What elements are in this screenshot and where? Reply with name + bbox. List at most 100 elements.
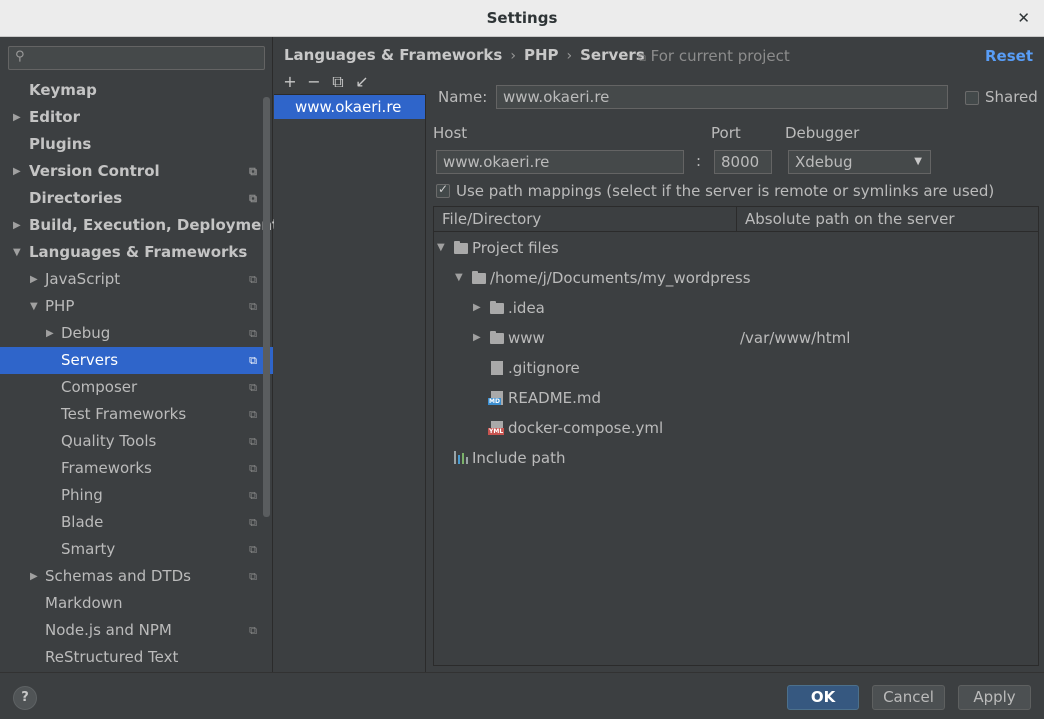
servers-list: www.okaeri.re	[274, 94, 426, 672]
sidebar-item-restructured-text[interactable]: ReStructured Text	[0, 644, 273, 671]
port-field[interactable]: 8000	[714, 150, 772, 174]
table-row[interactable]: .gitignore	[434, 353, 1038, 383]
project-scope-icon: ⧉	[249, 408, 257, 421]
sidebar-item-phing[interactable]: Phing ⧉	[0, 482, 273, 509]
debugger-label: Debugger	[785, 124, 860, 142]
chevron-down-icon[interactable]: ▼	[13, 239, 21, 266]
sidebar-item-nodejs[interactable]: Node.js and NPM ⧉	[0, 617, 273, 644]
project-scope-icon: ⧉	[249, 327, 257, 340]
remove-icon[interactable]: −	[302, 72, 326, 91]
help-button[interactable]: ?	[13, 686, 37, 710]
servers-toolbar: + − ⧉ ↙	[278, 72, 374, 94]
window-title: Settings	[486, 9, 558, 27]
chevron-right-icon[interactable]: ▶	[30, 563, 38, 590]
table-row[interactable]: ▶ .idea	[434, 293, 1038, 323]
folder-icon	[490, 293, 504, 323]
search-icon: ⚲	[15, 49, 25, 64]
sidebar-item-editor[interactable]: ▶ Editor	[0, 104, 273, 131]
breadcrumb: Languages & Frameworks › PHP › Servers	[284, 44, 645, 66]
copy-icon[interactable]: ⧉	[326, 72, 350, 92]
sidebar-item-quality-tools[interactable]: Quality Tools ⧉	[0, 428, 273, 455]
chevron-right-icon[interactable]: ▶	[30, 266, 38, 293]
table-row[interactable]: Include path	[434, 443, 1038, 473]
breadcrumb-item: Servers	[580, 46, 645, 64]
sidebar-item-php[interactable]: ▼ PHP ⧉	[0, 293, 273, 320]
breadcrumb-item[interactable]: Languages & Frameworks	[284, 46, 502, 64]
chevron-right-icon[interactable]: ▶	[13, 104, 21, 131]
ok-button[interactable]: OK	[787, 685, 859, 710]
sidebar-item-frameworks[interactable]: Frameworks ⧉	[0, 455, 273, 482]
project-scope-icon: ⧉	[249, 300, 257, 313]
breadcrumb-item[interactable]: PHP	[524, 46, 559, 64]
use-path-mappings-checkbox[interactable]	[436, 182, 450, 198]
add-icon[interactable]: +	[278, 72, 302, 91]
sidebar-item-keymap[interactable]: Keymap	[0, 77, 273, 104]
sidebar-item-markdown[interactable]: Markdown	[0, 590, 273, 617]
yaml-file-icon: YML	[488, 413, 505, 443]
table-row[interactable]: ▶ www /var/www/html	[434, 323, 1038, 353]
title-bar: Settings ✕	[0, 0, 1044, 37]
project-scope-icon: ⧉	[249, 570, 257, 583]
sidebar-item-composer[interactable]: Composer ⧉	[0, 374, 273, 401]
chevron-down-icon: ▼	[914, 156, 922, 167]
debugger-select[interactable]: Xdebug ▼	[788, 150, 931, 174]
chevron-right-icon[interactable]: ▶	[473, 323, 481, 353]
table-row[interactable]: ▼ /home/j/Documents/my_wordpress	[434, 263, 1038, 293]
table-row[interactable]: MD README.md	[434, 383, 1038, 413]
search-input[interactable]: ⚲	[8, 46, 265, 70]
sidebar-item-blade[interactable]: Blade ⧉	[0, 509, 273, 536]
chevron-down-icon[interactable]: ▼	[30, 293, 38, 320]
sidebar-scrollbar[interactable]	[263, 97, 270, 517]
server-item[interactable]: www.okaeri.re	[274, 95, 425, 119]
sidebar-item-smarty[interactable]: Smarty ⧉	[0, 536, 273, 563]
port-separator: :	[696, 152, 702, 170]
sidebar-item-languages[interactable]: ▼ Languages & Frameworks	[0, 239, 273, 266]
chevron-right-icon[interactable]: ▶	[473, 293, 481, 323]
chevron-down-icon[interactable]: ▼	[455, 263, 463, 293]
chevron-down-icon[interactable]: ▼	[437, 233, 445, 263]
apply-button[interactable]: Apply	[958, 685, 1031, 710]
table-row[interactable]: YML docker-compose.yml	[434, 413, 1038, 443]
project-scope-icon: ⧉	[249, 354, 257, 367]
shared-label: Shared	[985, 88, 1038, 106]
sidebar-item-version-control[interactable]: ▶ Version Control ⧉	[0, 158, 273, 185]
chevron-right-icon[interactable]: ▶	[13, 212, 21, 239]
gitignore-file-icon	[491, 353, 503, 383]
port-label: Port	[711, 124, 741, 142]
sidebar-item-directories[interactable]: Directories ⧉	[0, 185, 273, 212]
project-scope-icon: ⧉	[249, 543, 257, 556]
chevron-right-icon[interactable]: ▶	[46, 320, 54, 347]
sidebar-item-servers[interactable]: Servers ⧉	[0, 347, 273, 374]
absolute-path-value[interactable]: /var/www/html	[740, 323, 850, 353]
debugger-selected-value: Xdebug	[795, 153, 853, 171]
sidebar-item-plugins[interactable]: Plugins	[0, 131, 273, 158]
close-icon[interactable]: ✕	[1017, 0, 1030, 37]
sidebar-item-build[interactable]: ▶ Build, Execution, Deployment	[0, 212, 279, 239]
cancel-button[interactable]: Cancel	[872, 685, 945, 710]
folder-icon	[472, 263, 486, 293]
import-icon[interactable]: ↙	[350, 72, 374, 91]
sidebar-item-debug[interactable]: ▶ Debug ⧉	[0, 320, 273, 347]
project-scope-icon: ⧉	[249, 489, 257, 502]
host-field[interactable]: www.okaeri.re	[436, 150, 684, 174]
dialog-footer: ? OK Cancel Apply	[0, 672, 1044, 719]
breadcrumb-separator: ›	[510, 48, 516, 64]
host-label: Host	[433, 124, 468, 142]
settings-tree: Keymap ▶ Editor Plugins ▶ Version Control ⧉…	[0, 77, 279, 671]
scope-note: ⧉ For current project	[638, 47, 790, 65]
breadcrumb-separator: ›	[566, 48, 573, 64]
table-row[interactable]: ▼ Project files	[434, 233, 1038, 263]
sidebar-item-schemas[interactable]: ▶ Schemas and DTDs ⧉	[0, 563, 273, 590]
path-mappings-table: File/Directory Absolute path on the serv…	[433, 206, 1039, 666]
chevron-right-icon[interactable]: ▶	[13, 158, 21, 185]
project-scope-icon: ⧉	[249, 273, 257, 286]
column-header-file[interactable]: File/Directory	[434, 207, 736, 232]
sidebar-item-javascript[interactable]: ▶ JavaScript ⧉	[0, 266, 273, 293]
sidebar-item-test-frameworks[interactable]: Test Frameworks ⧉	[0, 401, 273, 428]
shared-checkbox[interactable]	[965, 91, 979, 105]
name-field[interactable]: www.okaeri.re	[496, 85, 948, 109]
markdown-file-icon: MD	[488, 383, 503, 413]
column-header-absolute-path[interactable]: Absolute path on the server	[736, 207, 1038, 232]
reset-link[interactable]: Reset	[985, 47, 1033, 65]
project-scope-icon: ⧉	[249, 516, 257, 529]
